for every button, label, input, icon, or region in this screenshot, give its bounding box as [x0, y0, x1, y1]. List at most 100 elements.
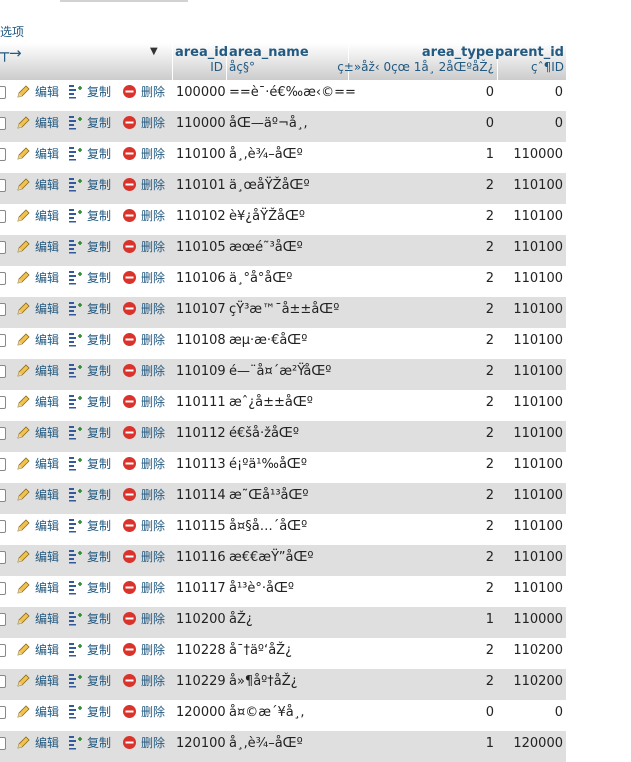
delete-link[interactable]: 删除 — [122, 545, 165, 570]
table-row[interactable]: 编辑 复制 删除 110200 åŽ¿ 1 110000 — [0, 607, 566, 638]
edit-link[interactable]: 编辑 — [16, 607, 59, 632]
delete-link[interactable]: 删除 — [122, 607, 165, 632]
table-row[interactable]: 编辑 复制 删除 100000 ==è¯·é€‰æ‹©== 0 0 — [0, 80, 566, 111]
row-checkbox[interactable] — [0, 365, 6, 378]
copy-link[interactable]: 复制 — [68, 235, 111, 260]
copy-link[interactable]: 复制 — [68, 576, 111, 601]
table-row[interactable]: 编辑 复制 删除 110116 æ€€æŸ”åŒº 2 110100 — [0, 545, 566, 576]
col-name[interactable]: parent_id — [495, 45, 564, 60]
copy-link[interactable]: 复制 — [68, 328, 111, 353]
delete-link[interactable]: 删除 — [122, 80, 165, 105]
row-checkbox[interactable] — [0, 582, 6, 595]
copy-link[interactable]: 复制 — [68, 173, 111, 198]
edit-link[interactable]: 编辑 — [16, 483, 59, 508]
row-checkbox[interactable] — [0, 148, 6, 161]
table-row[interactable]: 编辑 复制 删除 110107 çŸ³æ™¯å±±åŒº 2 110100 — [0, 297, 566, 328]
row-checkbox[interactable] — [0, 737, 6, 750]
options-link[interactable]: 选项 — [0, 24, 24, 40]
table-row[interactable]: 编辑 复制 删除 110117 å¹³è°·åŒº 2 110100 — [0, 576, 566, 607]
edit-link[interactable]: 编辑 — [16, 80, 59, 105]
table-row[interactable]: 编辑 复制 删除 110000 åŒ—äº¬å¸‚ 0 0 — [0, 111, 566, 142]
copy-link[interactable]: 复制 — [68, 483, 111, 508]
delete-link[interactable]: 删除 — [122, 142, 165, 167]
col-header-parent-id[interactable]: parent_id çˆ¶ID — [495, 45, 564, 75]
table-row[interactable]: 编辑 复制 删除 110111 æˆ¿å±±åŒº 2 110100 — [0, 390, 566, 421]
edit-link[interactable]: 编辑 — [16, 421, 59, 446]
row-checkbox[interactable] — [0, 489, 6, 502]
row-checkbox[interactable] — [0, 334, 6, 347]
edit-link[interactable]: 编辑 — [16, 700, 59, 725]
delete-link[interactable]: 删除 — [122, 111, 165, 136]
copy-link[interactable]: 复制 — [68, 452, 111, 477]
table-row[interactable]: 编辑 复制 删除 120000 å¤©æ´¥å¸‚ 0 0 — [0, 700, 566, 731]
edit-link[interactable]: 编辑 — [16, 359, 59, 384]
delete-link[interactable]: 删除 — [122, 328, 165, 353]
edit-link[interactable]: 编辑 — [16, 545, 59, 570]
delete-link[interactable]: 删除 — [122, 576, 165, 601]
table-row[interactable]: 编辑 复制 删除 110229 å»¶åº†åŽ¿ 2 110200 — [0, 669, 566, 700]
delete-link[interactable]: 删除 — [122, 266, 165, 291]
edit-link[interactable]: 编辑 — [16, 669, 59, 694]
row-checkbox[interactable] — [0, 303, 6, 316]
copy-link[interactable]: 复制 — [68, 204, 111, 229]
delete-link[interactable]: 删除 — [122, 452, 165, 477]
table-row[interactable]: 编辑 复制 删除 110112 é€šå·žåŒº 2 110100 — [0, 421, 566, 452]
copy-link[interactable]: 复制 — [68, 607, 111, 632]
table-row[interactable]: 编辑 复制 删除 110228 å¯†äº‘åŽ¿ 2 110200 — [0, 638, 566, 669]
row-checkbox[interactable] — [0, 272, 6, 285]
col-header-area-name[interactable]: area_name åç§° — [229, 45, 309, 75]
col-name[interactable]: area_name — [229, 45, 309, 60]
edit-link[interactable]: 编辑 — [16, 173, 59, 198]
row-checkbox[interactable] — [0, 179, 6, 192]
delete-link[interactable]: 删除 — [122, 390, 165, 415]
delete-link[interactable]: 删除 — [122, 359, 165, 384]
table-row[interactable]: 编辑 复制 删除 110101 ä¸œåŸŽåŒº 2 110100 — [0, 173, 566, 204]
table-row[interactable]: 编辑 复制 删除 110100 å¸‚è¾–åŒº 1 110000 — [0, 142, 566, 173]
delete-link[interactable]: 删除 — [122, 638, 165, 663]
delete-link[interactable]: 删除 — [122, 204, 165, 229]
copy-link[interactable]: 复制 — [68, 421, 111, 446]
edit-link[interactable]: 编辑 — [16, 638, 59, 663]
col-name[interactable]: area_type — [337, 45, 494, 60]
edit-link[interactable]: 编辑 — [16, 297, 59, 322]
row-checkbox[interactable] — [0, 458, 6, 471]
edit-link[interactable]: 编辑 — [16, 328, 59, 353]
row-checkbox[interactable] — [0, 86, 6, 99]
row-checkbox[interactable] — [0, 427, 6, 440]
table-row[interactable]: 编辑 复制 删除 110115 å¤§å…´åŒº 2 110100 — [0, 514, 566, 545]
row-checkbox[interactable] — [0, 644, 6, 657]
row-checkbox[interactable] — [0, 210, 6, 223]
table-row[interactable]: 编辑 复制 删除 110114 æ˜Œå¹³åŒº 2 110100 — [0, 483, 566, 514]
edit-link[interactable]: 编辑 — [16, 576, 59, 601]
copy-link[interactable]: 复制 — [68, 514, 111, 539]
delete-link[interactable]: 删除 — [122, 173, 165, 198]
copy-link[interactable]: 复制 — [68, 142, 111, 167]
col-header-area-type[interactable]: area_type ç±»åž‹ 0çœ 1å¸ 2åŒºåŽ¿ — [337, 45, 494, 75]
delete-link[interactable]: 删除 — [122, 731, 165, 756]
row-checkbox[interactable] — [0, 675, 6, 688]
col-name[interactable]: area_id — [175, 45, 228, 60]
edit-link[interactable]: 编辑 — [16, 235, 59, 260]
delete-link[interactable]: 删除 — [122, 421, 165, 446]
row-checkbox[interactable] — [0, 117, 6, 130]
copy-link[interactable]: 复制 — [68, 731, 111, 756]
edit-link[interactable]: 编辑 — [16, 142, 59, 167]
row-checkbox[interactable] — [0, 613, 6, 626]
edit-link[interactable]: 编辑 — [16, 390, 59, 415]
row-checkbox[interactable] — [0, 706, 6, 719]
table-row[interactable]: 编辑 复制 删除 110102 è¥¿åŸŽåŒº 2 110100 — [0, 204, 566, 235]
table-row[interactable]: 编辑 复制 删除 110109 é—¨å¤´æ²ŸåŒº 2 110100 — [0, 359, 566, 390]
delete-link[interactable]: 删除 — [122, 669, 165, 694]
edit-link[interactable]: 编辑 — [16, 204, 59, 229]
delete-link[interactable]: 删除 — [122, 700, 165, 725]
row-checkbox[interactable] — [0, 551, 6, 564]
table-row[interactable]: 编辑 复制 删除 110108 æµ·æ·€åŒº 2 110100 — [0, 328, 566, 359]
edit-link[interactable]: 编辑 — [16, 731, 59, 756]
copy-link[interactable]: 复制 — [68, 359, 111, 384]
table-row[interactable]: 编辑 复制 删除 110105 æœé˜³åŒº 2 110100 — [0, 235, 566, 266]
edit-link[interactable]: 编辑 — [16, 266, 59, 291]
row-checkbox[interactable] — [0, 520, 6, 533]
delete-link[interactable]: 删除 — [122, 297, 165, 322]
copy-link[interactable]: 复制 — [68, 638, 111, 663]
delete-link[interactable]: 删除 — [122, 483, 165, 508]
